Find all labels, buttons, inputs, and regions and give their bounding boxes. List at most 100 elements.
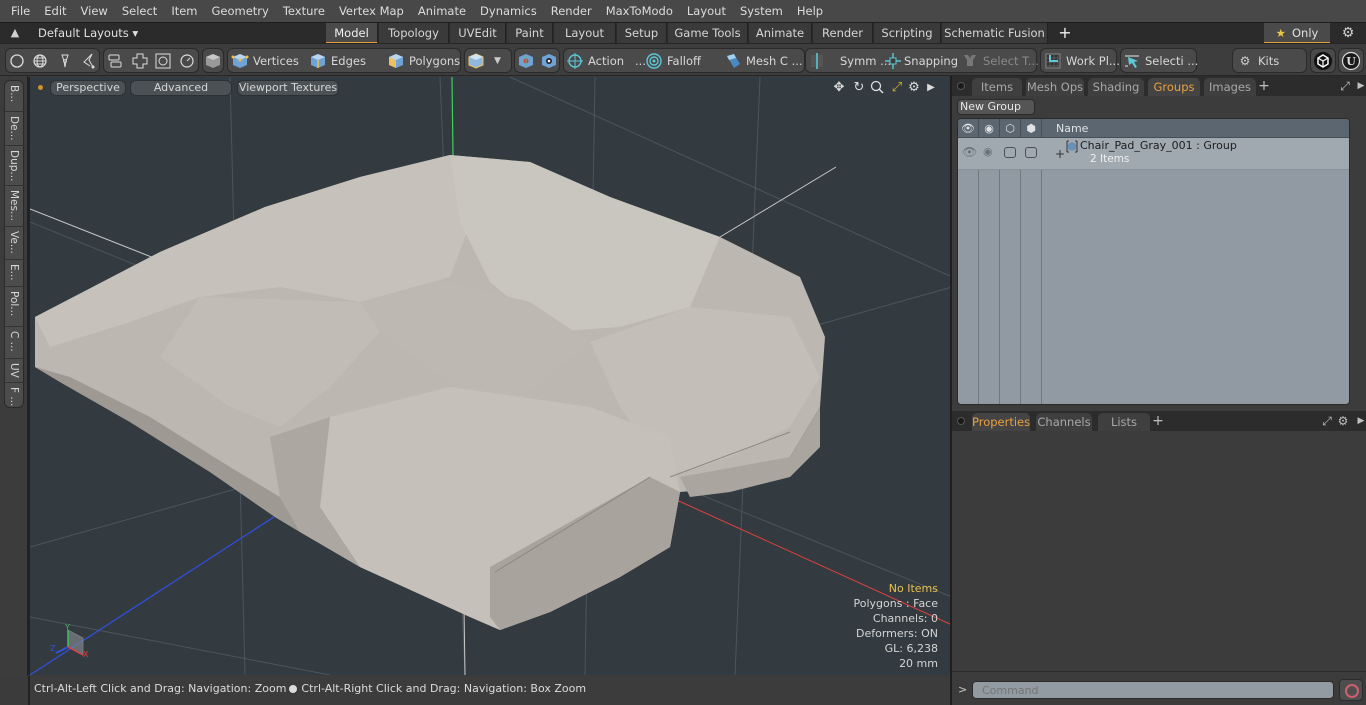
3d-viewport[interactable]: Y X Z Perspective Advanced Viewport Text… — [28, 77, 950, 675]
tab-layout[interactable]: Layout — [554, 23, 616, 44]
item-mode-dropdown-icon[interactable]: ▼ — [494, 48, 501, 73]
vtab-basic[interactable]: B... — [5, 81, 25, 112]
item-mode-icon[interactable] — [467, 48, 485, 73]
row-lock-checkbox[interactable] — [1004, 147, 1016, 158]
zoom-view-icon[interactable] — [870, 80, 886, 96]
tab-scripting[interactable]: Scripting — [874, 23, 941, 44]
menu-animate[interactable]: Animate — [411, 0, 473, 22]
timer-icon[interactable] — [178, 48, 196, 73]
lasso-tool-icon[interactable] — [80, 48, 98, 73]
tab-images[interactable]: Images — [1204, 78, 1256, 96]
rotate-view-icon[interactable]: ↻ — [851, 80, 867, 96]
vtab-polygon[interactable]: Pol... — [5, 287, 25, 327]
viewport-more-icon[interactable]: ▶ — [923, 80, 939, 96]
panel-settings-icon[interactable]: ⚙ — [1336, 413, 1350, 429]
vtab-vertex[interactable]: Ve... — [5, 227, 25, 260]
vertices-button[interactable]: Vertices — [231, 48, 299, 73]
vtab-uv[interactable]: UV — [5, 359, 25, 383]
tab-game-tools[interactable]: Game Tools — [668, 23, 748, 44]
menu-edit[interactable]: Edit — [37, 0, 73, 22]
tab-channels[interactable]: Channels — [1036, 413, 1092, 431]
tab-shading[interactable]: Shading — [1088, 78, 1144, 96]
visibility-column-icon[interactable]: 👁 — [958, 119, 979, 138]
panel-more-icon[interactable]: ▶ — [1354, 413, 1366, 429]
unreal-icon[interactable]: U — [1341, 48, 1361, 73]
menu-view[interactable]: View — [74, 0, 115, 22]
menu-layout[interactable]: Layout — [680, 0, 733, 22]
vtab-duplicate[interactable]: Dup... — [5, 146, 25, 186]
menu-texture[interactable]: Texture — [276, 0, 332, 22]
menu-help[interactable]: Help — [790, 0, 830, 22]
vtab-curve[interactable]: C ... — [5, 327, 25, 359]
select-through-button[interactable]: Select T... — [961, 48, 1039, 73]
chair-pad-model[interactable] — [35, 155, 825, 630]
tab-topology[interactable]: Topology — [379, 23, 449, 44]
viewport-textures-button[interactable]: Viewport Textures — [237, 80, 339, 96]
tab-schematic-fusion[interactable]: Schematic Fusion — [942, 23, 1048, 44]
menu-system[interactable]: System — [733, 0, 790, 22]
viewport-settings-icon[interactable]: ⚙ — [906, 80, 922, 96]
pen-tool-icon[interactable] — [56, 48, 74, 73]
tab-items[interactable]: Items — [972, 78, 1022, 96]
new-group-button[interactable]: New Group — [957, 99, 1035, 115]
unity-icon[interactable] — [1313, 48, 1333, 73]
menu-render[interactable]: Render — [544, 0, 599, 22]
tab-model[interactable]: Model — [326, 23, 378, 44]
group-row[interactable]: 👁 ◉ + Chair_Pad_Gray_001 : Group 2 Items — [958, 138, 1349, 170]
vtab-deform[interactable]: De... — [5, 112, 25, 146]
lock-column-icon[interactable]: ⬡ — [1000, 119, 1021, 138]
selection-sets-button[interactable]: Selecti ... — [1123, 48, 1198, 73]
add-tab-button[interactable]: + — [1257, 76, 1271, 96]
row-render-icon[interactable]: ◉ — [983, 145, 993, 158]
row-select-checkbox[interactable] — [1025, 147, 1037, 158]
tab-lists[interactable]: Lists — [1098, 413, 1150, 431]
pivot-icon[interactable] — [517, 48, 535, 73]
tab-uvedit[interactable]: UVEdit — [450, 23, 506, 44]
panel-expand-icon[interactable]: ⤢ — [1320, 413, 1334, 429]
add-tab-button[interactable]: + — [1151, 411, 1165, 431]
snapping-button[interactable]: Snapping — [884, 48, 958, 73]
panel-menu-dot[interactable] — [957, 82, 965, 90]
mesh-constraints-button[interactable]: Mesh C ... — [724, 48, 803, 73]
edges-button[interactable]: Edges — [309, 48, 366, 73]
move-view-icon[interactable]: ✥ — [831, 80, 847, 96]
render-column-icon[interactable]: ◉ — [979, 119, 1000, 138]
command-input[interactable] — [972, 681, 1334, 699]
tab-setup[interactable]: Setup — [617, 23, 667, 44]
maximize-view-icon[interactable]: ⤢ — [889, 80, 905, 96]
circle-select-icon[interactable] — [8, 48, 26, 73]
record-macro-button[interactable] — [1339, 679, 1363, 701]
gear-icon[interactable]: ⚙ — [1340, 25, 1356, 41]
default-layouts-dropdown[interactable]: Default Layouts ▾ — [38, 25, 138, 42]
advanced-shading-button[interactable]: Advanced — [130, 80, 232, 96]
panel-more-icon[interactable]: ▶ — [1354, 78, 1366, 94]
menu-maxtomodo[interactable]: MaxToModo — [599, 0, 680, 22]
polygons-button[interactable]: Polygons — [387, 48, 460, 73]
tab-mesh-ops[interactable]: Mesh Ops — [1026, 78, 1084, 96]
globe-icon[interactable] — [31, 48, 49, 73]
menu-geometry[interactable]: Geometry — [205, 0, 276, 22]
frame-icon[interactable] — [154, 48, 172, 73]
symmetry-button[interactable]: Symm ... — [808, 48, 891, 73]
tab-render[interactable]: Render — [813, 23, 873, 44]
vtab-edge[interactable]: E... — [5, 260, 25, 287]
kits-button[interactable]: ⚙ Kits — [1236, 48, 1280, 73]
panel-expand-icon[interactable]: ⤢ — [1338, 78, 1352, 94]
vtab-mesh-edit[interactable]: Mes... — [5, 186, 25, 227]
menu-vertex-map[interactable]: Vertex Map — [332, 0, 411, 22]
falloff-button[interactable]: Falloff — [645, 48, 701, 73]
only-button[interactable]: ★ Only — [1264, 23, 1330, 44]
expand-group-button[interactable]: + — [1055, 147, 1065, 161]
perspective-button[interactable]: Perspective — [50, 80, 126, 96]
shaded-cube-icon[interactable] — [204, 48, 222, 73]
center-icon[interactable] — [540, 48, 558, 73]
vtab-fusion[interactable]: F ... — [5, 383, 25, 409]
viewport-status-dot[interactable] — [38, 85, 43, 90]
layout-expand-icon[interactable]: ▲ — [8, 26, 22, 40]
menu-dynamics[interactable]: Dynamics — [473, 0, 544, 22]
menu-select[interactable]: Select — [115, 0, 164, 22]
tab-animate[interactable]: Animate — [749, 23, 812, 44]
uv-cross-icon[interactable] — [131, 48, 149, 73]
panel-menu-dot[interactable] — [957, 417, 965, 425]
name-column-header[interactable]: Name — [1042, 119, 1349, 138]
